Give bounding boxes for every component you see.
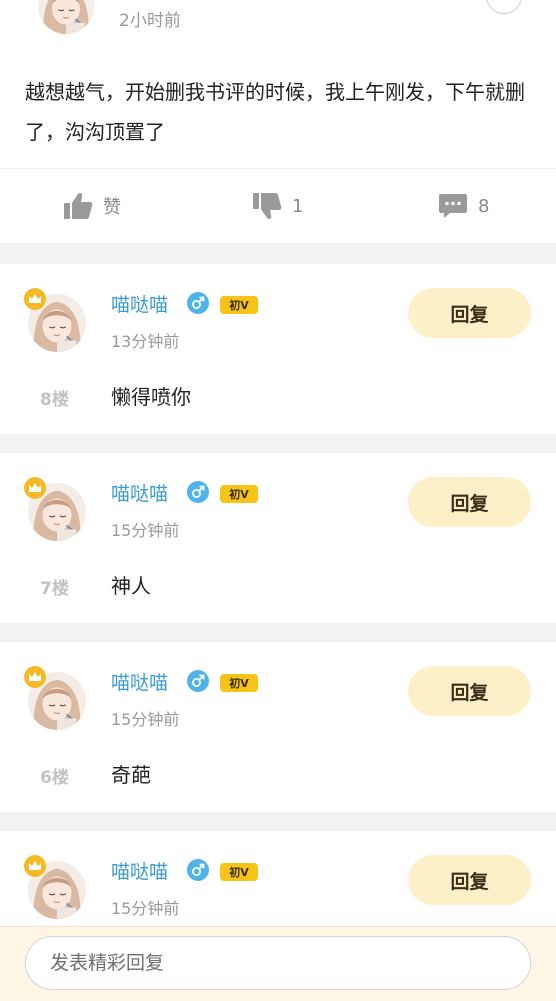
- reply-button[interactable]: 回复: [408, 666, 531, 716]
- floor-label: 8楼: [40, 390, 69, 410]
- reply-input[interactable]: [25, 936, 531, 990]
- vip-badge: 初V: [220, 485, 258, 503]
- crown-icon: [24, 855, 46, 877]
- comment-item: 喵哒喵 初V 13分钟前 回复 8楼 懒得喷你: [0, 264, 556, 434]
- male-icon: [187, 859, 209, 881]
- crown-icon: [24, 477, 46, 499]
- comment-time: 15分钟前: [111, 521, 180, 540]
- comment-time: 13分钟前: [111, 332, 180, 351]
- crown-icon: [24, 288, 46, 310]
- reply-button[interactable]: 回复: [408, 288, 531, 338]
- comment-author[interactable]: 喵哒喵: [111, 290, 168, 317]
- comment-button[interactable]: 8: [438, 190, 489, 222]
- like-label: 赞: [103, 197, 121, 218]
- reply-bar: [0, 926, 556, 1001]
- male-icon: [187, 481, 209, 503]
- comment-time: 15分钟前: [111, 899, 180, 918]
- vip-badge: 初V: [220, 296, 258, 314]
- thumbs-up-icon: [63, 192, 93, 220]
- avatar[interactable]: [38, 0, 94, 34]
- dislike-button[interactable]: 1: [252, 190, 303, 222]
- comment-author[interactable]: 喵哒喵: [111, 668, 168, 695]
- vip-badge: 初V: [220, 863, 258, 881]
- divider: [0, 168, 556, 169]
- comment-icon: [438, 193, 468, 219]
- comment-text: 奇葩: [111, 763, 151, 787]
- floor-label: 7楼: [40, 579, 69, 599]
- post-card: 2小时前 越想越气，开始删我书评的时候，我上午刚发，下午就删了，沟沟顶置了 赞 …: [0, 0, 556, 243]
- more-icon[interactable]: [486, 0, 522, 14]
- comment-item: 喵哒喵 初V 15分钟前 回复 6楼 奇葩: [0, 642, 556, 812]
- like-button[interactable]: 赞: [63, 190, 121, 222]
- male-icon: [187, 292, 209, 314]
- comment-author[interactable]: 喵哒喵: [111, 857, 168, 884]
- comment-author[interactable]: 喵哒喵: [111, 479, 168, 506]
- comment-count: 8: [478, 195, 490, 217]
- dislike-count: 1: [292, 195, 304, 217]
- post-body: 越想越气，开始删我书评的时候，我上午刚发，下午就删了，沟沟顶置了: [25, 80, 525, 144]
- comment-item: 喵哒喵 初V 15分钟前 回复 7楼 神人: [0, 453, 556, 623]
- post-time: 2小时前: [119, 11, 181, 31]
- floor-label: 6楼: [40, 768, 69, 788]
- male-icon: [187, 670, 209, 692]
- reply-button[interactable]: 回复: [408, 477, 531, 527]
- comment-text: 神人: [111, 574, 151, 598]
- comment-time: 15分钟前: [111, 710, 180, 729]
- reply-button[interactable]: 回复: [408, 855, 531, 905]
- comment-text: 懒得喷你: [111, 385, 191, 409]
- thumbs-down-icon: [252, 192, 282, 220]
- crown-icon: [24, 666, 46, 688]
- vip-badge: 初V: [220, 674, 258, 692]
